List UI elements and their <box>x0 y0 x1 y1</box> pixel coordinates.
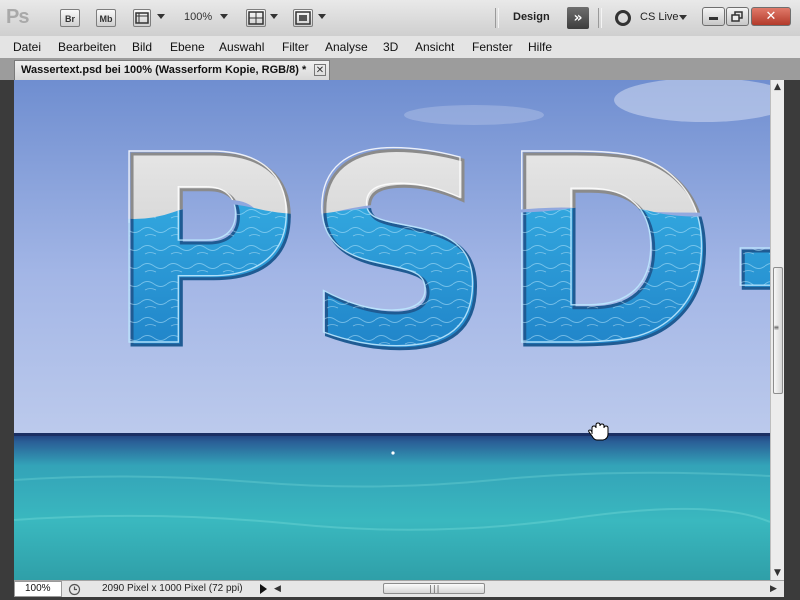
close-icon[interactable]: ✕ <box>751 7 791 26</box>
zoom-dropdown-icon[interactable] <box>220 14 228 19</box>
document-info-icon[interactable] <box>68 583 81 596</box>
menu-fenster[interactable]: Fenster <box>472 40 513 54</box>
screen-mode-dropdown-icon[interactable] <box>318 14 326 19</box>
zoom-field[interactable]: 100% <box>14 581 62 597</box>
cs-live-menu[interactable]: CS Live <box>640 11 679 23</box>
menu-datei[interactable]: Datei <box>13 40 41 54</box>
screen-mode-button[interactable] <box>293 9 313 27</box>
view-extras-dropdown-icon[interactable] <box>157 14 165 19</box>
scroll-grip-icon: ≡ <box>774 323 779 332</box>
menu-3d[interactable]: 3D <box>383 40 398 54</box>
menu-ansicht[interactable]: Ansicht <box>415 40 454 54</box>
document-tab-bar: Wassertext.psd bei 100% (Wasserform Kopi… <box>0 58 800 80</box>
scroll-up-icon[interactable]: ▲ <box>774 82 781 92</box>
horizontal-scroll-thumb[interactable]: ||| <box>383 583 485 594</box>
status-menu-arrow-icon[interactable] <box>260 584 267 594</box>
vertical-scrollbar[interactable]: ▲ ≡ ▼ <box>770 80 784 580</box>
fast-forward-icon[interactable]: » <box>567 7 589 29</box>
cs-live-icon[interactable] <box>615 10 631 26</box>
scroll-down-icon[interactable]: ▼ <box>774 568 781 578</box>
sea-background <box>14 433 770 580</box>
menu-analyse[interactable]: Analyse <box>325 40 368 54</box>
workspace-design-button[interactable]: Design <box>513 11 550 23</box>
screen-mode-icon <box>295 11 311 25</box>
document-tab-title: Wassertext.psd bei 100% (Wasserform Kopi… <box>21 64 307 76</box>
menu-auswahl[interactable]: Auswahl <box>219 40 264 54</box>
arrange-dropdown-icon[interactable] <box>270 14 278 19</box>
scroll-left-icon[interactable]: ◀ <box>274 584 281 594</box>
arrange-documents-button[interactable] <box>246 9 266 27</box>
zoom-level-dropdown[interactable]: 100% <box>184 11 212 23</box>
scroll-grip-icon: ||| <box>428 584 440 593</box>
application-bar: Ps Br Mb 100% Design » CS Live ✕ <box>0 0 800 37</box>
arrange-documents-icon <box>248 11 264 25</box>
menu-filter[interactable]: Filter <box>282 40 309 54</box>
cs-live-dropdown-icon[interactable] <box>679 15 687 20</box>
tab-close-icon[interactable]: ✕ <box>314 64 326 76</box>
bridge-button[interactable]: Br <box>60 9 80 27</box>
photoshop-logo: Ps <box>6 6 29 28</box>
minimize-icon[interactable] <box>702 7 725 26</box>
toolbar-separator <box>495 8 499 28</box>
menu-bar: Datei Bearbeiten Bild Ebene Auswahl Filt… <box>0 36 800 59</box>
view-extras-button[interactable] <box>133 9 151 27</box>
vertical-scroll-thumb[interactable]: ≡ <box>773 267 783 394</box>
document-size-info: 2090 Pixel x 1000 Pixel (72 ppi) <box>102 583 243 594</box>
menu-bearbeiten[interactable]: Bearbeiten <box>58 40 116 54</box>
view-extras-icon <box>135 12 149 24</box>
mini-bridge-button[interactable]: Mb <box>96 9 116 27</box>
restore-icon[interactable] <box>726 7 749 26</box>
menu-ebene[interactable]: Ebene <box>170 40 205 54</box>
toolbar-separator <box>598 8 602 28</box>
document-canvas[interactable]: PSD-T PSD-T PSD-T PSD-T PSD-T <box>14 80 770 580</box>
menu-bild[interactable]: Bild <box>132 40 152 54</box>
status-bar: 100% 2090 Pixel x 1000 Pixel (72 ppi) ◀ … <box>14 580 784 597</box>
document-tab[interactable]: Wassertext.psd bei 100% (Wasserform Kopi… <box>14 60 330 80</box>
document-window: PSD-T PSD-T PSD-T PSD-T PSD-T ▲ ≡ ▼ <box>14 80 784 580</box>
menu-hilfe[interactable]: Hilfe <box>528 40 552 54</box>
scroll-right-icon[interactable]: ▶ <box>770 584 777 594</box>
horizon-line <box>14 433 770 436</box>
sea-sparkle <box>391 451 395 455</box>
